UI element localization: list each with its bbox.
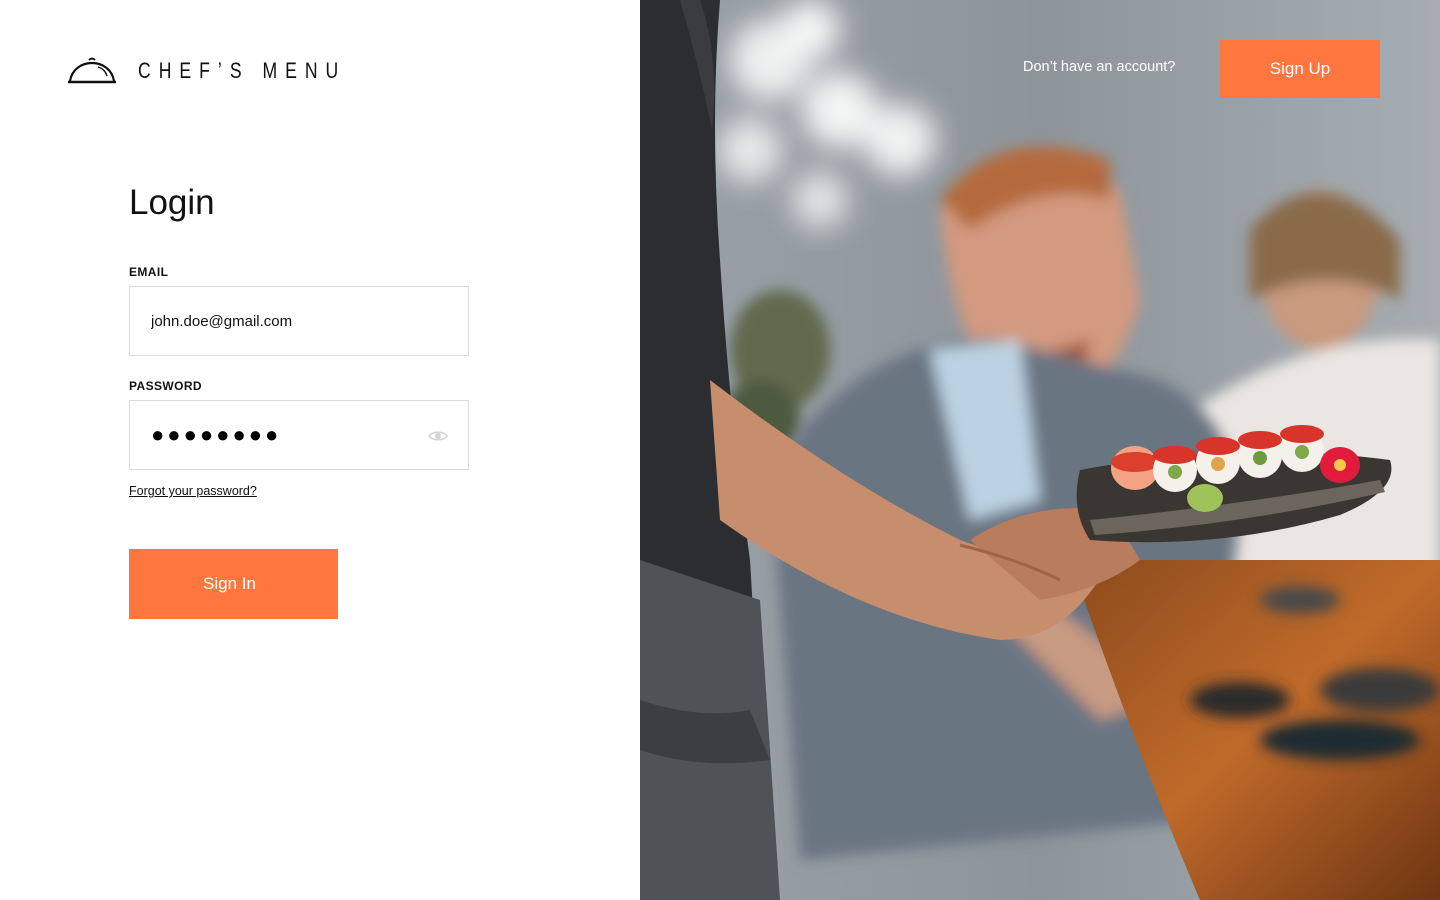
password-field-box bbox=[129, 400, 469, 470]
brand-logo[interactable]: CHEF’S MENU bbox=[68, 56, 398, 86]
sign-up-button[interactable]: Sign Up bbox=[1220, 40, 1380, 98]
login-page: CHEF’S MENU Login EMAIL PASSWORD Forgot … bbox=[0, 0, 1440, 900]
forgot-password-link[interactable]: Forgot your password? bbox=[129, 484, 257, 498]
password-field[interactable] bbox=[130, 401, 468, 469]
email-label: EMAIL bbox=[129, 265, 169, 279]
eye-icon[interactable] bbox=[428, 428, 448, 444]
password-label: PASSWORD bbox=[129, 379, 202, 393]
brand-name: CHEF’S MENU bbox=[138, 58, 347, 83]
page-title: Login bbox=[129, 183, 215, 222]
email-field[interactable] bbox=[130, 287, 468, 355]
email-field-box bbox=[129, 286, 469, 356]
account-prompt: Don’t have an account? bbox=[1023, 59, 1176, 75]
login-panel: CHEF’S MENU Login EMAIL PASSWORD Forgot … bbox=[0, 0, 640, 900]
hero-panel: Don’t have an account? Sign Up bbox=[640, 0, 1440, 900]
sign-in-button[interactable]: Sign In bbox=[129, 549, 338, 619]
cloche-icon bbox=[68, 57, 116, 84]
hero-photo bbox=[640, 0, 1440, 900]
